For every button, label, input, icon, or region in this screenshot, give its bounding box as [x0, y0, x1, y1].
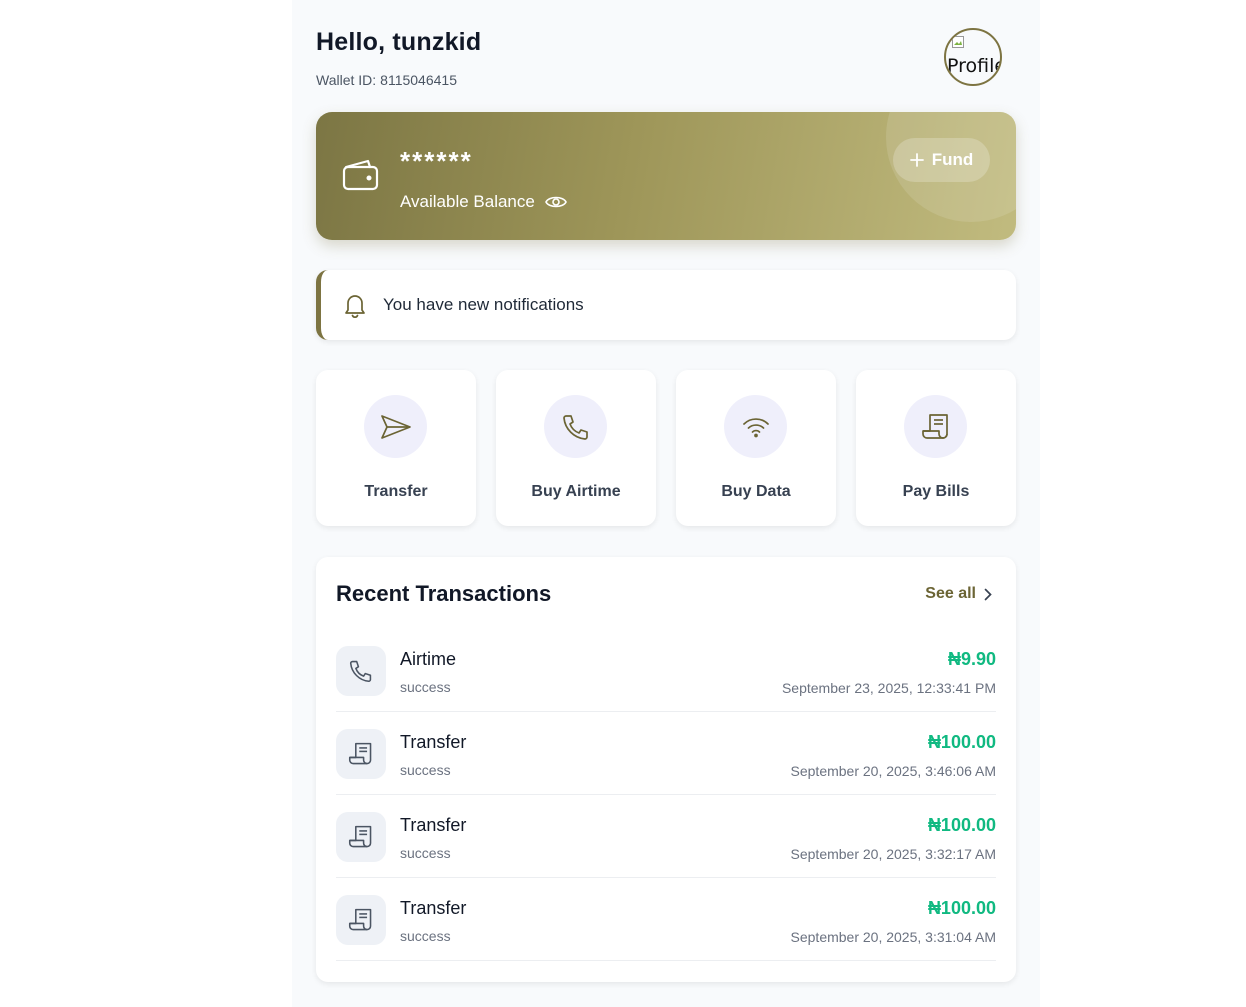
eye-icon[interactable] [544, 194, 567, 210]
transaction-name: Airtime [400, 649, 457, 669]
action-icon-circle [544, 395, 607, 458]
transaction-name: Transfer [400, 815, 467, 835]
quick-actions: Transfer Buy Airtime Buy Data Pay Bills [316, 370, 1016, 526]
balance-card: ****** Available Balance Fund [316, 112, 1016, 240]
action-label: Transfer [364, 483, 428, 500]
transaction-icon-box [336, 895, 386, 945]
transaction-row[interactable]: Transfer success ₦100.00 September 20, 2… [336, 795, 996, 878]
wallet-id-value: 8115046415 [380, 72, 457, 88]
wifi-icon [742, 417, 769, 437]
transaction-status: success [400, 928, 451, 944]
available-balance: Available Balance [400, 192, 567, 212]
action-pay-bills[interactable]: Pay Bills [856, 370, 1016, 526]
bell-icon [345, 295, 365, 318]
transaction-icon-box [336, 812, 386, 862]
plus-icon [909, 153, 924, 167]
available-balance-label: Available Balance [400, 192, 535, 211]
action-label: Buy Data [721, 483, 791, 500]
transaction-amount: ₦100.00 [927, 732, 996, 752]
app-column: Hello, tunzkid Wallet ID: 8115046415 Prof… [292, 0, 1040, 1007]
action-transfer[interactable]: Transfer [316, 370, 476, 526]
action-icon-circle [364, 395, 427, 458]
action-icon-circle [724, 395, 787, 458]
action-buy-airtime[interactable]: Buy Airtime [496, 370, 656, 526]
greeting: Hello, tunzkid [316, 28, 482, 56]
avatar[interactable]: Profile [944, 28, 1002, 86]
transactions-list: Airtime success ₦9.90 September 23, 2025… [336, 629, 996, 961]
action-icon-circle [904, 395, 967, 458]
send-icon [380, 414, 411, 439]
see-all-label: See all [925, 585, 976, 602]
transaction-date: September 20, 2025, 3:46:06 AM [790, 763, 996, 779]
transaction-row[interactable]: Transfer success ₦100.00 September 20, 2… [336, 878, 996, 961]
wallet-icon [342, 159, 379, 191]
transaction-icon-box [336, 646, 386, 696]
action-buy-data[interactable]: Buy Data [676, 370, 836, 526]
transaction-amount: ₦9.90 [947, 649, 996, 669]
fund-button[interactable]: Fund [893, 138, 990, 182]
transaction-status: success [400, 679, 451, 695]
receipt-icon [348, 825, 372, 848]
phone-icon [562, 414, 588, 440]
notification-text: You have new notifications [383, 295, 584, 314]
receipt-icon [921, 413, 948, 439]
wallet-id: Wallet ID: 8115046415 [316, 72, 457, 88]
transactions-title: Recent Transactions [336, 581, 552, 606]
see-all-link[interactable]: See all [925, 585, 992, 603]
receipt-icon [348, 908, 372, 931]
wallet-id-label: Wallet ID: [316, 72, 377, 88]
broken-image-icon [952, 36, 964, 48]
transaction-status: success [400, 762, 451, 778]
transaction-amount: ₦100.00 [927, 898, 996, 918]
phone-icon [349, 660, 372, 683]
transaction-date: September 23, 2025, 12:33:41 PM [781, 680, 996, 696]
receipt-icon [348, 742, 372, 765]
transaction-name: Transfer [400, 732, 467, 752]
notification-banner[interactable]: You have new notifications [316, 270, 1016, 340]
transaction-amount: ₦100.00 [927, 815, 996, 835]
recent-transactions-card: Recent Transactions See all Airtime succ… [316, 557, 1016, 982]
transaction-icon-box [336, 729, 386, 779]
chevron-right-icon [984, 588, 992, 600]
avatar-alt-text: Profile [947, 55, 1002, 77]
transaction-row[interactable]: Transfer success ₦100.00 September 20, 2… [336, 712, 996, 795]
action-label: Pay Bills [902, 483, 970, 500]
transaction-status: success [400, 845, 451, 861]
balance-amount: ****** [400, 146, 473, 176]
fund-label: Fund [931, 150, 974, 169]
header: Hello, tunzkid Wallet ID: 8115046415 Prof… [316, 28, 1016, 92]
action-label: Buy Airtime [531, 483, 621, 500]
transaction-name: Transfer [400, 898, 467, 918]
transaction-date: September 20, 2025, 3:32:17 AM [790, 846, 996, 862]
transaction-row[interactable]: Airtime success ₦9.90 September 23, 2025… [336, 629, 996, 712]
transaction-date: September 20, 2025, 3:31:04 AM [790, 929, 996, 945]
